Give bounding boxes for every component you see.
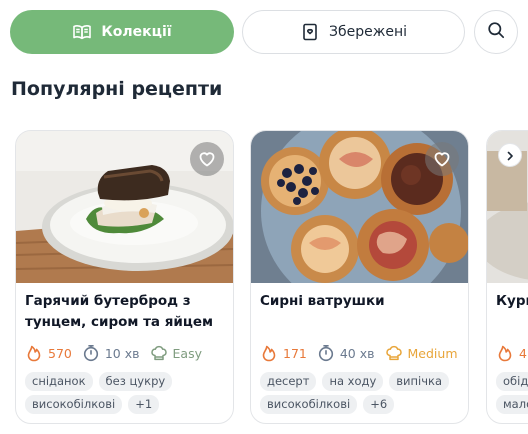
recipe-image-sandwich [16,131,233,283]
collections-button[interactable]: Колекції [10,10,234,54]
recipe-meta: 570 10 хв Easy [25,344,202,362]
tag[interactable]: сніданок [25,372,93,391]
bookmark-icon [300,22,320,42]
tag[interactable]: високобілкові [25,395,123,414]
recipe-title[interactable]: Гарячий бутерброд з тунцем, сиром та яйц… [25,291,225,333]
carousel-next-button[interactable] [498,143,522,167]
tag-list: обід мало [496,372,528,414]
calories-value: 4 [519,345,527,361]
tag-list: десерт на ходу випічка високобілкові +6 [260,372,468,414]
recipe-image-vatrushky [251,131,468,283]
difficulty-value: Easy [172,345,202,361]
tag[interactable]: без цукру [98,372,173,391]
flame-icon [25,344,43,362]
time-value: 40 хв [339,345,375,361]
recipe-carousel[interactable]: Гарячий бутерброд з тунцем, сиром та яйц… [0,130,528,434]
calories-value: 570 [48,345,72,361]
recipe-title[interactable]: Сирні ватрушки [260,291,460,312]
recipe-card[interactable]: Курк 4 обід мало [486,130,528,424]
tag-more-count[interactable]: +6 [363,395,395,414]
recipe-title[interactable]: Курк [496,291,528,312]
tag[interactable]: випічка [389,372,450,391]
flame-icon [260,344,278,362]
saved-label: Збережені [329,24,407,40]
tag[interactable]: десерт [260,372,317,391]
favorite-button[interactable] [425,142,459,176]
collections-label: Колекції [101,24,172,40]
tag-list: сніданок без цукру високобілкові +1 [25,372,233,414]
recipe-card[interactable]: Гарячий бутерброд з тунцем, сиром та яйц… [15,130,234,424]
chevron-right-icon [505,146,515,165]
search-button[interactable] [474,10,518,54]
tag[interactable]: мало [496,395,528,414]
section-title: Популярні рецепти [11,78,223,100]
tag[interactable]: на ходу [322,372,384,391]
heart-icon [432,149,452,169]
chef-hat-icon [385,344,403,362]
flame-icon [496,344,514,362]
saved-button[interactable]: Збережені [242,10,465,54]
time-value: 10 хв [104,345,140,361]
tag[interactable]: обід [496,372,528,391]
recipe-card[interactable]: Сирні ватрушки 171 40 хв Medium десерт н… [250,130,469,424]
favorite-button[interactable] [190,142,224,176]
recipe-meta: 171 40 хв Medium [260,344,458,362]
chef-hat-icon [150,344,168,362]
heart-icon [197,149,217,169]
stopwatch-icon [82,344,100,362]
recipe-meta: 4 [496,344,528,362]
search-icon [487,21,505,43]
difficulty-value: Medium [407,345,458,361]
stopwatch-icon [317,344,335,362]
open-book-icon [72,22,92,42]
tag-more-count[interactable]: +1 [128,395,160,414]
tag[interactable]: високобілкові [260,395,358,414]
calories-value: 171 [283,345,307,361]
